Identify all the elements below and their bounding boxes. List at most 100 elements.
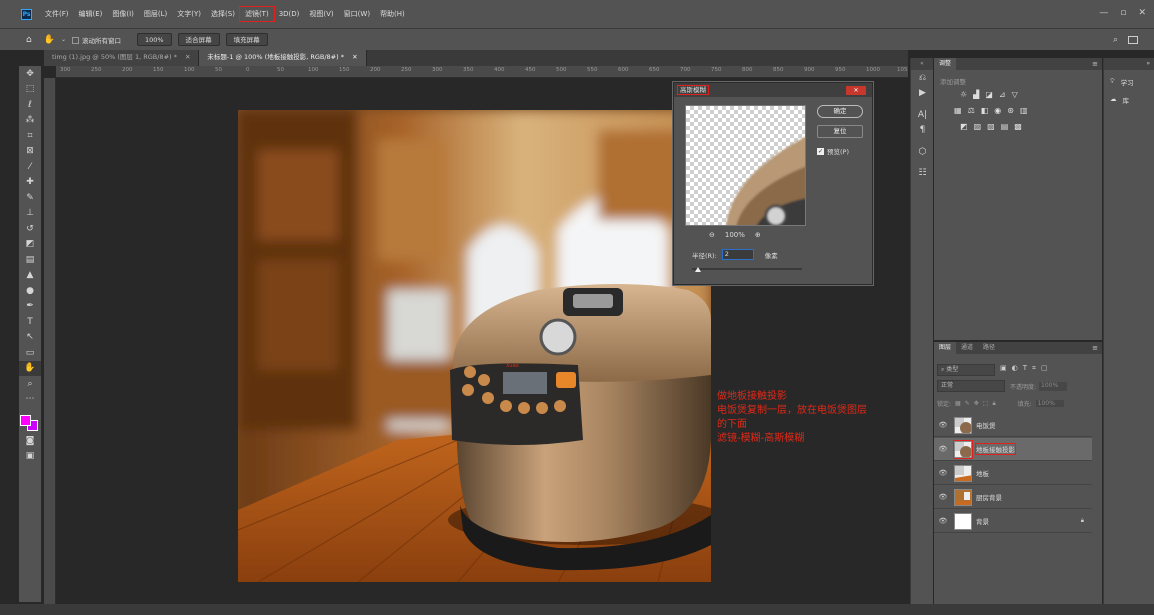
curves-icon[interactable]: ◪ — [985, 90, 993, 99]
gradient-tool-icon[interactable]: ▤ — [19, 252, 41, 268]
fit-screen-button[interactable]: 适合屏幕 — [177, 33, 220, 46]
lock-transparent-icon[interactable]: ▦ — [955, 400, 961, 407]
lock-position-icon[interactable]: ✥ — [974, 400, 979, 407]
workspace-icon[interactable] — [1128, 35, 1138, 44]
radius-slider[interactable] — [692, 267, 802, 272]
foreground-color-swatch[interactable] — [20, 415, 31, 426]
radius-slider-handle[interactable] — [695, 267, 702, 272]
brightness-icon[interactable]: ☼ — [960, 90, 967, 99]
close-tab-icon[interactable]: ✕ — [185, 53, 190, 61]
frame-tool-icon[interactable]: ⊠ — [19, 144, 41, 160]
menu-item-5[interactable]: 选择(S) — [206, 7, 240, 21]
levels-icon[interactable]: ▟ — [973, 90, 979, 99]
zoom-100-button[interactable]: 100% — [136, 33, 172, 46]
color-lookup-icon[interactable]: ▥ — [1020, 106, 1028, 115]
layer-row[interactable]: 👁︎ 电饭煲 — [934, 414, 1092, 437]
path-select-tool-icon[interactable]: ↖ — [19, 330, 41, 346]
exposure-icon[interactable]: ⊿ — [999, 90, 1006, 99]
more-tools-icon[interactable]: ⋯ — [19, 392, 41, 408]
dodge-tool-icon[interactable]: ● — [19, 283, 41, 299]
tab-untitled[interactable]: 未标题-1 @ 100% (地板接触投影, RGB/8#) * ✕ — [199, 50, 367, 66]
panel-menu-icon[interactable]: ≡ — [1092, 58, 1102, 70]
tab-adjustments[interactable]: 调整 — [934, 58, 957, 70]
menu-item-10[interactable]: 帮助(H) — [375, 7, 410, 21]
zoom-in-icon[interactable]: ⊕ — [755, 231, 761, 239]
dialog-titlebar[interactable]: 高斯模糊 — [674, 83, 872, 97]
ok-button[interactable]: 确定 — [817, 105, 863, 118]
search-icon[interactable]: ⌕ — [1113, 35, 1118, 45]
document-image[interactable]: Xuao — [238, 110, 711, 582]
zoom-tool-icon[interactable]: ⌕ — [19, 376, 41, 392]
menu-item-3[interactable]: 图层(L) — [139, 7, 172, 21]
layer-row[interactable]: 👁︎ 地板 — [934, 462, 1092, 485]
lasso-tool-icon[interactable]: ℓ — [19, 97, 41, 113]
type-tool-icon[interactable]: T — [19, 314, 41, 330]
layer-row[interactable]: 👁︎ 地板接触投影 — [934, 438, 1092, 461]
marquee-tool-icon[interactable]: ⬚ — [19, 82, 41, 98]
character-panel-icon[interactable]: A| — [911, 107, 934, 123]
lock-pixels-icon[interactable]: ✎ — [965, 400, 970, 407]
history-panel-icon[interactable]: ⎌ — [911, 70, 934, 86]
history-brush-tool-icon[interactable]: ↺ — [19, 221, 41, 237]
photo-filter-icon[interactable]: ◉ — [994, 106, 1001, 115]
gradient-map-icon[interactable]: ▤ — [1001, 122, 1009, 131]
learn-button[interactable]: 💡︎ 学习 — [1104, 73, 1154, 91]
collapse-chevrons-icon[interactable]: « — [911, 58, 933, 70]
visibility-eye-icon[interactable]: 👁︎ — [934, 469, 952, 477]
selective-color-icon[interactable]: ▩ — [1014, 122, 1022, 131]
lock-artboard-icon[interactable]: ⬚ — [983, 400, 989, 407]
close-tab-icon[interactable]: ✕ — [352, 53, 357, 61]
type-filter-icon[interactable]: T — [1023, 364, 1027, 373]
posterize-icon[interactable]: ▨ — [974, 122, 982, 131]
shape-tool-icon[interactable]: ▭ — [19, 345, 41, 361]
tab-layers[interactable]: 图层 — [934, 342, 957, 354]
reset-button[interactable]: 复位 — [817, 125, 863, 138]
zoom-out-icon[interactable]: ⊖ — [709, 231, 715, 239]
black-white-icon[interactable]: ◧ — [981, 106, 989, 115]
fill-input[interactable]: 100% — [1035, 400, 1064, 407]
move-tool-icon[interactable]: ✥ — [19, 66, 41, 82]
layer-row[interactable]: 👁︎ 背景 🔒︎ — [934, 510, 1092, 533]
quick-select-tool-icon[interactable]: ⁂ — [19, 113, 41, 129]
libraries-button[interactable]: ☁ 库 — [1104, 91, 1154, 109]
actions-panel-icon[interactable]: ▶ — [911, 86, 934, 102]
3d-panel-icon[interactable]: ⬡ — [911, 144, 934, 160]
menu-item-6[interactable]: 滤镜(T) — [238, 6, 275, 22]
eraser-tool-icon[interactable]: ◩ — [19, 237, 41, 253]
channel-mixer-icon[interactable]: ⊛ — [1007, 106, 1014, 115]
fill-screen-button[interactable]: 填充屏幕 — [225, 33, 268, 46]
filter-kind-select[interactable]: ⌕ 类型 — [937, 364, 995, 376]
menu-item-2[interactable]: 图像(I) — [107, 7, 139, 21]
preset-chevron-down-icon[interactable]: ⌄ — [61, 36, 66, 43]
hand-tool-icon[interactable]: ✋ — [19, 360, 41, 376]
eyedropper-tool-icon[interactable]: ⁄ — [19, 159, 41, 175]
pen-tool-icon[interactable]: ✒ — [19, 299, 41, 315]
vibrance-icon[interactable]: ▽ — [1012, 90, 1018, 99]
restore-button[interactable]: ▫ — [1120, 8, 1126, 18]
menu-item-8[interactable]: 视图(V) — [304, 7, 338, 21]
adjustment-filter-icon[interactable]: ◐ — [1012, 364, 1018, 373]
menu-item-4[interactable]: 文字(Y) — [172, 7, 206, 21]
collapse-icon[interactable]: » — [1104, 58, 1154, 70]
menu-item-7[interactable]: 3D(D) — [274, 7, 305, 21]
healing-brush-tool-icon[interactable]: ✚ — [19, 175, 41, 191]
paragraph-panel-icon[interactable]: ¶ — [911, 123, 934, 139]
visibility-eye-icon[interactable]: 👁︎ — [934, 421, 952, 429]
blur-tool-icon[interactable]: ▲ — [19, 268, 41, 284]
visibility-eye-icon[interactable]: 👁︎ — [934, 517, 952, 525]
menu-item-0[interactable]: 文件(F) — [40, 7, 74, 21]
quick-mask-icon[interactable]: ◙ — [19, 433, 41, 449]
tab-paths[interactable]: 路径 — [978, 342, 1000, 354]
brush-tool-icon[interactable]: ✎ — [19, 190, 41, 206]
pixel-filter-icon[interactable]: ▣ — [1000, 364, 1007, 373]
minimize-button[interactable]: — — [1099, 8, 1108, 18]
tab-timg[interactable]: timg (1).jpg @ 50% (图层 1, RGB/8#) * ✕ — [44, 50, 200, 66]
close-button[interactable]: ✕ — [1138, 8, 1146, 18]
visibility-eye-icon[interactable]: 👁︎ — [934, 445, 952, 453]
properties-panel-icon[interactable]: ☷ — [911, 166, 934, 182]
layer-row[interactable]: 👁︎ 厨房背景 — [934, 486, 1092, 509]
threshold-icon[interactable]: ▨ — [987, 122, 995, 131]
dialog-close-button[interactable]: ✕ — [846, 86, 866, 95]
radius-input[interactable]: 2 — [721, 249, 754, 260]
stamp-tool-icon[interactable]: ⊥ — [19, 206, 41, 222]
